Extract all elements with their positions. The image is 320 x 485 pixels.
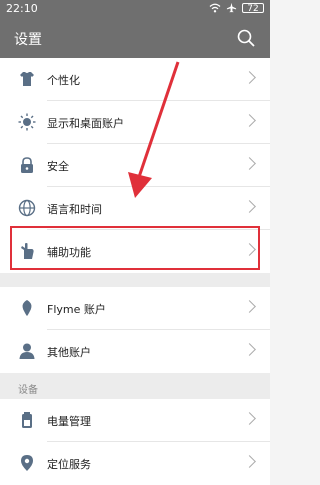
group-spacer	[0, 273, 270, 287]
page-title: 设置	[14, 32, 42, 48]
settings-item-battery[interactable]: 电量管理	[0, 399, 270, 442]
chevron-right-icon	[243, 300, 256, 313]
status-bar: 22:10 72	[0, 0, 270, 18]
lock-icon	[21, 157, 33, 173]
settings-item-language-time[interactable]: 语言和时间	[0, 187, 270, 230]
settings-group-device: 电量管理 定位服务	[0, 399, 270, 485]
settings-item-label: 语言和时间	[47, 203, 102, 216]
settings-item-security[interactable]: 安全	[0, 144, 270, 187]
brightness-icon	[18, 113, 36, 131]
chevron-right-icon	[243, 200, 256, 213]
settings-group-personal: 个性化 显示和桌面账户 安全 语言和时间 辅助功能	[0, 58, 270, 273]
hand-icon	[21, 243, 34, 259]
section-header-device: 设备	[0, 373, 270, 399]
battery-indicator: 72	[242, 2, 264, 14]
chevron-right-icon	[243, 243, 256, 256]
settings-item-other-accounts[interactable]: 其他账户	[0, 330, 270, 373]
chevron-right-icon	[243, 412, 256, 425]
settings-item-label: 个性化	[47, 74, 80, 87]
settings-item-label: 定位服务	[47, 458, 91, 471]
chevron-right-icon	[243, 157, 256, 170]
globe-icon	[18, 199, 36, 217]
settings-group-accounts: Flyme 账户 其他账户	[0, 287, 270, 373]
settings-item-accessibility[interactable]: 辅助功能	[0, 230, 270, 273]
settings-item-label: 安全	[47, 160, 69, 173]
location-icon	[21, 455, 33, 471]
settings-item-personalization[interactable]: 个性化	[0, 58, 270, 101]
chevron-right-icon	[243, 114, 256, 127]
chevron-right-icon	[243, 455, 256, 468]
person-icon	[19, 343, 35, 359]
settings-item-label: Flyme 账户	[47, 303, 106, 316]
wifi-icon	[209, 3, 221, 12]
settings-item-label: 显示和桌面账户	[47, 117, 124, 130]
settings-item-flyme-account[interactable]: Flyme 账户	[0, 287, 270, 330]
status-icons: 72	[209, 2, 264, 14]
search-icon[interactable]	[236, 28, 256, 48]
settings-item-label: 其他账户	[47, 346, 91, 359]
airplane-icon	[226, 2, 237, 13]
chevron-right-icon	[243, 71, 256, 84]
shirt-icon	[20, 72, 34, 86]
settings-item-label: 电量管理	[47, 415, 91, 428]
section-title: 设备	[18, 385, 38, 396]
status-time: 22:10	[6, 2, 38, 15]
chevron-right-icon	[243, 343, 256, 356]
settings-item-display[interactable]: 显示和桌面账户	[0, 101, 270, 144]
flyme-icon	[22, 300, 32, 316]
settings-list: 个性化 显示和桌面账户 安全 语言和时间 辅助功能 Flyme 账户 其他账户 …	[0, 58, 270, 485]
battery-icon	[22, 412, 32, 428]
settings-item-location[interactable]: 定位服务	[0, 442, 270, 485]
settings-item-label: 辅助功能	[47, 246, 91, 259]
title-bar: 设置	[0, 18, 270, 58]
